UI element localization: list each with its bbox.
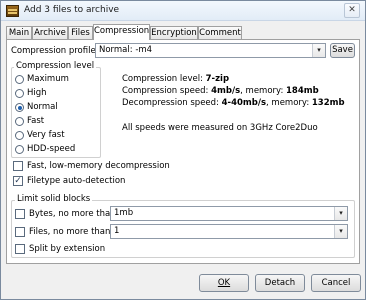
detach-button[interactable]: Detach: [255, 274, 305, 292]
radio-fast[interactable]: [15, 117, 24, 126]
archive-dialog: Add 3 files to archive ✕ Main Archive Fi…: [0, 0, 366, 300]
tab-encryption[interactable]: Encryption: [150, 26, 198, 39]
tab-files[interactable]: Files: [68, 26, 93, 39]
bytes-limit-label: Bytes, no more than:: [29, 209, 119, 219]
autodetect-label: Filetype auto-detection: [27, 176, 126, 186]
split-extension-label: Split by extension: [29, 244, 106, 254]
window-title: Add 3 files to archive: [24, 5, 120, 15]
fast-lowmem-checkbox[interactable]: [13, 161, 23, 171]
autodetect-checkbox[interactable]: ✓: [13, 176, 23, 186]
info-compression-speed: Compression speed: 4mb/s, memory: 184mb: [122, 86, 319, 96]
close-button[interactable]: ✕: [344, 3, 360, 18]
cancel-label: Cancel: [321, 278, 351, 288]
profile-label: Compression profile:: [11, 46, 99, 56]
ok-button[interactable]: OK: [199, 274, 249, 292]
profile-dropdown[interactable]: Normal: -m4 ▾: [95, 43, 326, 58]
files-limit-label: Files, no more than:: [29, 227, 114, 237]
fast-lowmem-label: Fast, low-memory decompression: [27, 161, 170, 171]
bytes-limit-dropdown[interactable]: 1mb ▾: [110, 206, 348, 221]
split-extension-checkbox[interactable]: [15, 244, 25, 254]
radio-maximum[interactable]: [15, 75, 24, 84]
files-limit-dropdown[interactable]: 1 ▾: [110, 224, 348, 239]
radio-very-fast-label: Very fast: [27, 130, 65, 140]
title-bar: Add 3 files to archive ✕: [1, 1, 365, 21]
save-profile-button[interactable]: Save: [330, 43, 355, 58]
radio-normal-label: Normal: [27, 102, 58, 112]
tab-comment[interactable]: Comment: [198, 26, 242, 39]
radio-very-fast[interactable]: [15, 131, 24, 140]
info-measurement-note: All speeds were measured on 3GHz Core2Du…: [122, 123, 318, 133]
chevron-down-icon: ▾: [334, 225, 347, 238]
info-decompression-speed: Decompression speed: 4-40mb/s, memory: 1…: [122, 98, 345, 108]
archive-app-icon: [6, 5, 19, 17]
profile-value: Normal: -m4: [99, 45, 153, 55]
ok-label: OK: [217, 278, 231, 288]
tab-archive[interactable]: Archive: [32, 26, 68, 39]
radio-hdd-speed-label: HDD-speed: [27, 144, 76, 154]
chevron-down-icon: ▾: [312, 44, 325, 57]
radio-high[interactable]: [15, 89, 24, 98]
radio-maximum-label: Maximum: [27, 74, 69, 84]
bytes-limit-value: 1mb: [114, 208, 134, 218]
solid-blocks-title: Limit solid blocks: [15, 194, 93, 204]
files-limit-checkbox[interactable]: [15, 227, 25, 237]
radio-normal[interactable]: [15, 103, 24, 112]
files-limit-value: 1: [114, 226, 120, 236]
detach-label: Detach: [264, 278, 296, 288]
cancel-button[interactable]: Cancel: [311, 274, 361, 292]
compression-panel: Compression profile: Normal: -m4 ▾ Save …: [6, 39, 360, 264]
radio-high-label: High: [27, 88, 47, 98]
info-compression-level: Compression level: 7-zip: [122, 74, 230, 84]
tab-main[interactable]: Main: [6, 26, 32, 39]
radio-hdd-speed[interactable]: [15, 145, 24, 154]
radio-fast-label: Fast: [27, 116, 45, 126]
chevron-down-icon: ▾: [334, 207, 347, 220]
tab-compression[interactable]: Compression: [93, 24, 150, 40]
compression-level-title: Compression level: [14, 61, 97, 71]
bytes-limit-checkbox[interactable]: [15, 209, 25, 219]
